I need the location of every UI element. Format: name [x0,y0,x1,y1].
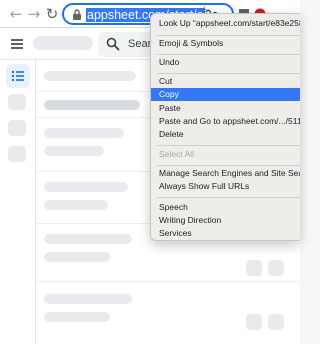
lock-icon [73,9,81,20]
menu-item-paste-and-go[interactable]: Paste and Go to appsheet.com/.../511be [151,115,300,128]
menu-item-delete[interactable]: Delete [151,128,300,141]
menu-item-paste[interactable]: Paste [151,102,300,115]
action-placeholder[interactable] [246,314,262,330]
placeholder-bar [44,252,110,262]
placeholder-bar [44,294,132,304]
placeholder-bar [44,146,104,156]
menu-separator [157,145,300,146]
sidebar [0,60,36,344]
placeholder-bar [44,100,140,110]
menu-separator [157,165,300,166]
list-item[interactable] [36,282,300,344]
menu-item-cut[interactable]: Cut [151,75,300,88]
list-icon [11,70,24,82]
menu-item-undo[interactable]: Undo [151,56,300,69]
sidebar-item[interactable] [8,146,26,162]
placeholder-bar [44,234,132,244]
search-icon [106,37,120,51]
placeholder-bar [44,71,136,81]
placeholder-bar [44,200,108,210]
app-name-placeholder [33,36,93,50]
back-icon[interactable]: ← [6,4,26,24]
menu-item-writing-direction[interactable]: Writing Direction [151,214,300,227]
forward-icon[interactable]: → [24,4,44,24]
placeholder-bar [44,182,128,192]
menu-separator [157,197,300,198]
menu-item-select-all: Select All [159,149,194,159]
menu-item-emoji-symbols[interactable]: Emoji & Symbols [151,37,300,50]
menu-item-copy[interactable]: Copy [151,88,300,101]
sidebar-item-list[interactable] [6,64,30,88]
menu-item-services[interactable]: Services [151,227,300,240]
menu-item-look-up[interactable]: Look Up “appsheet.com/start/e83e258 [151,17,300,30]
menu-separator [157,73,300,74]
sidebar-item[interactable] [8,120,26,136]
action-placeholder[interactable] [268,260,284,276]
menu-item-manage-search-engines[interactable]: Manage Search Engines and Site Search [151,167,300,180]
placeholder-bar [44,312,110,322]
menu-separator [157,54,300,55]
menu-icon[interactable] [11,39,23,49]
context-menu: Look Up “appsheet.com/start/e83e258 Emoj… [150,13,300,241]
action-placeholder[interactable] [268,314,284,330]
menu-item-speech[interactable]: Speech [151,201,300,214]
sidebar-item[interactable] [8,94,26,110]
menu-item-always-show-full-urls[interactable]: Always Show Full URLs [151,180,300,193]
reload-icon[interactable]: ↻ [42,4,62,24]
placeholder-bar [44,128,124,138]
menu-separator [157,35,300,36]
action-placeholder[interactable] [246,260,262,276]
